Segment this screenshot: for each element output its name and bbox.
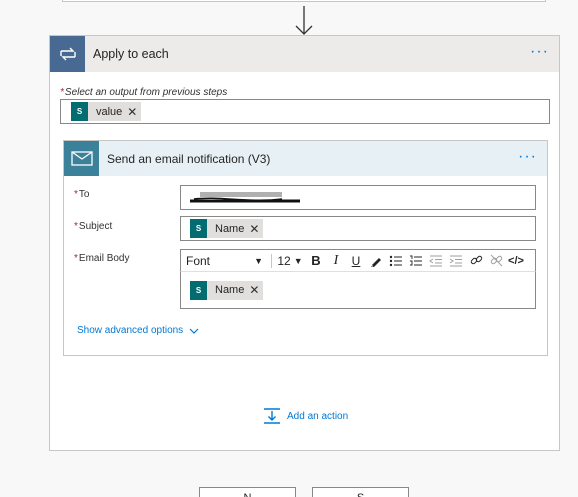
name-token[interactable]: S Name ✕ [190,280,264,300]
down-arrow-icon [295,6,313,35]
apply-to-each-title: Apply to each [93,47,169,61]
previous-step-card[interactable] [62,0,546,2]
chevron-down-icon [189,328,199,334]
email-body-editor[interactable]: S Name ✕ [180,271,536,309]
code-view-button[interactable]: </> [506,251,526,271]
token-label: Name [215,222,245,235]
link-icon[interactable] [466,251,486,271]
font-select[interactable]: Font ▼ [181,250,269,271]
subject-field[interactable]: S Name ✕ [180,216,536,241]
sharepoint-icon: S [71,102,88,121]
increase-indent-icon[interactable] [446,251,466,271]
subject-label: *Subject [74,221,113,232]
token-remove-button[interactable]: ✕ [249,283,263,297]
send-email-card: Send an email notification (V3) ··· *To … [63,140,548,356]
to-field[interactable] [180,185,536,210]
send-email-header[interactable]: Send an email notification (V3) ··· [64,141,547,176]
apply-more-options-button[interactable]: ··· [530,44,549,60]
unlink-icon[interactable] [486,251,506,271]
apply-to-each-header[interactable]: Apply to each ··· [50,36,559,72]
send-email-title: Send an email notification (V3) [107,151,271,166]
required-mark: * [60,87,64,98]
value-token[interactable]: S value ✕ [71,102,142,121]
numbered-list-icon[interactable] [406,251,426,271]
font-size-select[interactable]: 12 ▼ [274,254,306,268]
add-action-label: Add an action [287,410,349,422]
name-token[interactable]: S Name ✕ [190,219,264,238]
decrease-indent-icon[interactable] [426,251,446,271]
select-output-label: *Select an output from previous steps [60,87,228,98]
save-button[interactable]: S [312,487,409,497]
email-more-options-button[interactable]: ··· [518,149,537,165]
bullet-list-icon[interactable] [386,251,406,271]
select-output-input[interactable]: S value ✕ [60,99,550,124]
rich-text-toolbar: Font ▼ 12 ▼ B I U </> [180,249,536,271]
token-label: Name [215,284,245,296]
email-body-label: *Email Body [74,253,130,264]
italic-button[interactable]: I [326,251,346,271]
mail-icon [64,141,99,176]
apply-to-each-card: Apply to each ··· *Select an output from… [49,35,560,451]
token-remove-button[interactable]: ✕ [249,222,263,236]
sharepoint-icon: S [190,219,207,238]
underline-button[interactable]: U [346,251,366,271]
sharepoint-icon: S [190,280,207,300]
token-remove-button[interactable]: ✕ [127,105,141,119]
token-label: value [96,105,123,118]
add-an-action-button[interactable]: Add an action [263,407,348,425]
bold-button[interactable]: B [306,251,326,271]
add-action-icon [264,408,280,424]
new-step-button[interactable]: N [199,487,296,497]
redacted-scribble [190,191,300,202]
loop-icon [50,36,85,72]
show-advanced-options-link[interactable]: Show advanced options [77,325,199,336]
highlight-icon[interactable] [366,251,386,271]
to-label: *To [74,189,90,200]
